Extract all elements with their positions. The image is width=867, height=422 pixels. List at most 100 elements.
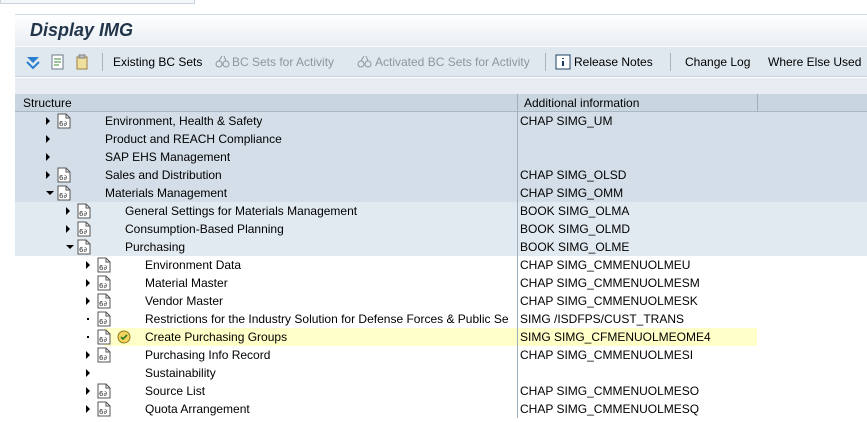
- tree-node-label[interactable]: Quota Arrangement: [145, 402, 250, 416]
- documentation-icon[interactable]: 6∂: [97, 401, 111, 417]
- title-bar: Display IMG: [15, 14, 867, 46]
- expand-arrow-icon[interactable]: [86, 387, 90, 395]
- tree-row[interactable]: 6∂ Consumption-Based Planning BOOK SIMG_OL…: [15, 220, 867, 238]
- leaf-node-icon: [87, 336, 89, 338]
- additional-info-cell: CHAP SIMG_CMMENUOLMESI: [520, 348, 694, 362]
- documentation-icon[interactable]: 6∂: [57, 185, 71, 201]
- documentation-icon[interactable]: 6∂: [77, 203, 91, 219]
- documentation-icon[interactable]: 6∂: [97, 347, 111, 363]
- structure-column-header[interactable]: Structure: [23, 96, 72, 110]
- tree-row[interactable]: 6∂ Create Purchasing Groups SIMG SIMG_CFME…: [15, 328, 867, 346]
- column-divider[interactable]: [757, 94, 758, 112]
- additional-info-column-header[interactable]: Additional information: [524, 96, 639, 110]
- column-divider: [517, 256, 518, 274]
- tree-row[interactable]: 6∂ Environment, Health & Safety CHAP SIMG_…: [15, 112, 867, 130]
- tree-node-label[interactable]: Product and REACH Compliance: [105, 132, 282, 146]
- tree-node-label[interactable]: Create Purchasing Groups: [145, 330, 287, 344]
- tree-row[interactable]: 6∂ Vendor Master CHAP SIMG_CMMENUOLMESK: [15, 292, 867, 310]
- additional-info-cell: CHAP SIMG_OLSD: [520, 168, 627, 182]
- tree-row[interactable]: 6∂ Material Master CHAP SIMG_CMMENUOLMESM: [15, 274, 867, 292]
- expand-arrow-icon[interactable]: [66, 207, 70, 215]
- expand-arrow-icon[interactable]: [86, 297, 90, 305]
- tree-row[interactable]: 6∂ Source List CHAP SIMG_CMMENUOLMESO: [15, 382, 867, 400]
- svg-text:6∂: 6∂: [99, 264, 107, 272]
- svg-text:6∂: 6∂: [99, 354, 107, 362]
- documentation-icon[interactable]: 6∂: [97, 329, 111, 345]
- tree-node-label[interactable]: Purchasing: [125, 240, 185, 254]
- tree-row[interactable]: 6∂ Purchasing BOOK SIMG_OLME: [15, 238, 867, 256]
- tree-node-label[interactable]: Consumption-Based Planning: [125, 222, 284, 236]
- expand-arrow-icon[interactable]: [46, 153, 50, 161]
- svg-text:6∂: 6∂: [79, 246, 87, 254]
- documentation-icon[interactable]: 6∂: [57, 167, 71, 183]
- documentation-icon[interactable]: 6∂: [77, 239, 91, 255]
- additional-info-cell: CHAP SIMG_CMMENUOLMESK: [520, 294, 698, 308]
- tree-row[interactable]: 6∂ Quota Arrangement CHAP SIMG_CMMENUOLMES…: [15, 400, 867, 418]
- expand-arrow-icon[interactable]: [86, 279, 90, 287]
- tree-row[interactable]: 6∂ Restrictions for the Industry Solution…: [15, 310, 867, 328]
- column-divider: [517, 112, 518, 130]
- column-divider: [517, 130, 518, 148]
- clipboard-icon[interactable]: [74, 54, 90, 70]
- release-notes-button[interactable]: Release Notes: [574, 55, 653, 69]
- tree-row[interactable]: SAP EHS Management: [15, 148, 867, 166]
- glasses-icon: [357, 55, 372, 68]
- tree-row[interactable]: 6∂ Materials Management CHAP SIMG_OMM: [15, 184, 867, 202]
- where-else-used-button[interactable]: Where Else Used: [768, 55, 861, 69]
- documentation-icon[interactable]: 6∂: [77, 221, 91, 237]
- tree-row[interactable]: 6∂ Environment Data CHAP SIMG_CMMENUOLMEU: [15, 256, 867, 274]
- change-log-button[interactable]: Change Log: [685, 55, 750, 69]
- tree-node-label[interactable]: Vendor Master: [145, 294, 223, 308]
- page-title: Display IMG: [30, 20, 134, 40]
- column-divider: [517, 328, 518, 346]
- additional-info-cell: CHAP SIMG_OMM: [520, 186, 624, 200]
- tree-row[interactable]: Sustainability: [15, 364, 867, 382]
- collapse-arrow-icon[interactable]: [66, 245, 74, 249]
- expand-arrow-icon[interactable]: [46, 135, 50, 143]
- tree-node-label[interactable]: Purchasing Info Record: [145, 348, 270, 362]
- tree-row[interactable]: Product and REACH Compliance: [15, 130, 867, 148]
- documentation-icon[interactable]: 6∂: [97, 257, 111, 273]
- column-divider: [517, 346, 518, 364]
- bc-sets-for-activity-button[interactable]: BC Sets for Activity: [232, 55, 334, 69]
- expand-arrow-icon[interactable]: [86, 405, 90, 413]
- tree-node-label[interactable]: Material Master: [145, 276, 228, 290]
- expand-arrow-icon[interactable]: [46, 117, 50, 125]
- tree-node-label[interactable]: Environment Data: [145, 258, 241, 272]
- expand-all-icon[interactable]: [25, 54, 41, 70]
- tree-row[interactable]: 6∂ General Settings for Materials Managem…: [15, 202, 867, 220]
- expand-arrow-icon[interactable]: [86, 261, 90, 269]
- find-icon[interactable]: [50, 54, 66, 70]
- tree-row[interactable]: 6∂ Sales and Distribution CHAP SIMG_OLSD: [15, 166, 867, 184]
- tree-node-label[interactable]: General Settings for Materials Managemen…: [125, 204, 357, 218]
- tree-node-label[interactable]: Sustainability: [145, 366, 216, 380]
- expand-arrow-icon[interactable]: [66, 225, 70, 233]
- expand-arrow-icon[interactable]: [46, 171, 50, 179]
- tree-node-label[interactable]: SAP EHS Management: [105, 150, 230, 164]
- tree-node-label[interactable]: Environment, Health & Safety: [105, 114, 262, 128]
- toolbar-separator: [102, 53, 103, 71]
- column-divider[interactable]: [517, 94, 518, 112]
- existing-bc-sets-button[interactable]: Existing BC Sets: [113, 55, 202, 69]
- toolbar-separator: [670, 53, 671, 71]
- documentation-icon[interactable]: 6∂: [97, 311, 111, 327]
- documentation-icon[interactable]: 6∂: [97, 275, 111, 291]
- tree-node-label[interactable]: Sales and Distribution: [105, 168, 222, 182]
- tree-node-label[interactable]: Materials Management: [105, 186, 227, 200]
- tree-node-label[interactable]: Source List: [145, 384, 205, 398]
- documentation-icon[interactable]: 6∂: [57, 113, 71, 129]
- collapse-arrow-icon[interactable]: [46, 191, 54, 195]
- expand-arrow-icon[interactable]: [86, 351, 90, 359]
- documentation-icon[interactable]: 6∂: [97, 383, 111, 399]
- top-strip: [0, 0, 867, 5]
- additional-info-cell: CHAP SIMG_CMMENUOLMESQ: [520, 402, 700, 416]
- column-divider: [517, 382, 518, 400]
- tree-node-label[interactable]: Restrictions for the Industry Solution f…: [145, 312, 509, 326]
- additional-info-cell: SIMG SIMG_CFMENUOLMEOME4: [520, 330, 711, 344]
- execute-icon[interactable]: [117, 330, 131, 346]
- documentation-icon[interactable]: 6∂: [97, 293, 111, 309]
- activated-bc-sets-button[interactable]: Activated BC Sets for Activity: [375, 55, 530, 69]
- expand-arrow-icon[interactable]: [86, 369, 90, 377]
- info-icon: [555, 54, 571, 70]
- tree-row[interactable]: 6∂ Purchasing Info Record CHAP SIMG_CMMENU…: [15, 346, 867, 364]
